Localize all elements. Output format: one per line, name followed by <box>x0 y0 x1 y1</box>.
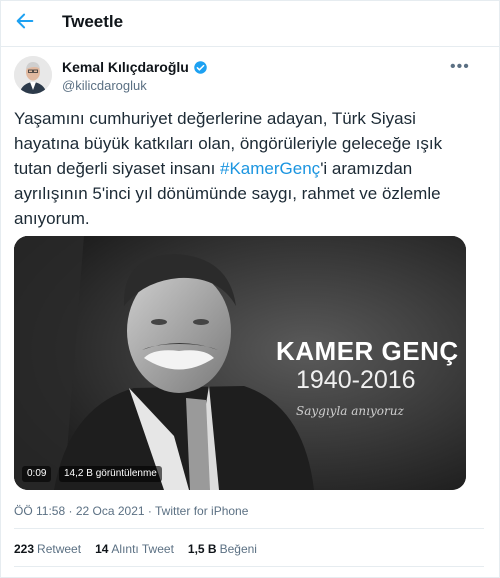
retweet-count: 223 <box>14 542 35 556</box>
author-name-row[interactable]: Kemal Kılıçdaroğlu <box>62 58 208 76</box>
tweet-date[interactable]: 22 Oca 2021 <box>76 504 145 518</box>
divider <box>14 566 484 567</box>
tweet-text: Yaşamını cumhuriyet değerlerine adayan, … <box>14 106 484 231</box>
tweet-meta: ÖÖ 11:58 · 22 Oca 2021 · Twitter for iPh… <box>14 504 248 518</box>
author-name[interactable]: Kemal Kılıçdaroğlu <box>62 59 189 75</box>
video-signature: Saygıyla anıyoruz <box>296 404 404 418</box>
video-duration: 0:09 <box>22 466 52 482</box>
video-player[interactable]: KAMER GENÇ 1940-2016 Saygıyla anıyoruz 0… <box>14 236 466 490</box>
tweet-stats: 223 Retweet 14 Alıntı Tweet 1,5 B Beğeni <box>14 542 257 556</box>
like-count: 1,5 B <box>187 542 217 556</box>
divider <box>14 528 484 529</box>
retweet-label: Retweet <box>37 542 82 556</box>
video-years: 1940-2016 <box>296 366 416 394</box>
video-view-count: 14,2 B görüntülenme <box>59 466 162 482</box>
quote-label: Alıntı Tweet <box>111 542 174 556</box>
verified-badge-icon <box>194 60 207 74</box>
video-title: KAMER GENÇ <box>276 336 459 366</box>
retweet-count-link[interactable]: 223 Retweet <box>14 542 81 556</box>
meta-separator: · <box>68 504 73 518</box>
avatar[interactable] <box>14 56 52 94</box>
quote-count-link[interactable]: 14 Alıntı Tweet <box>95 542 174 556</box>
tweet-source-link[interactable]: Twitter for iPhone <box>155 504 248 518</box>
arrow-left-icon[interactable] <box>14 10 36 32</box>
quote-count: 14 <box>95 542 109 556</box>
page-header: Tweetle <box>0 0 500 47</box>
page-title: Tweetle <box>62 12 124 31</box>
hashtag-link[interactable]: #KamerGenç <box>220 159 320 178</box>
like-label: Beğeni <box>219 542 257 556</box>
tweet-time[interactable]: ÖÖ 11:58 <box>14 504 65 518</box>
like-count-link[interactable]: 1,5 B Beğeni <box>188 542 257 556</box>
more-options-icon[interactable]: ••• <box>450 58 470 76</box>
author-handle[interactable]: @kilicdarogluk <box>62 78 147 93</box>
meta-separator: · <box>147 504 152 518</box>
